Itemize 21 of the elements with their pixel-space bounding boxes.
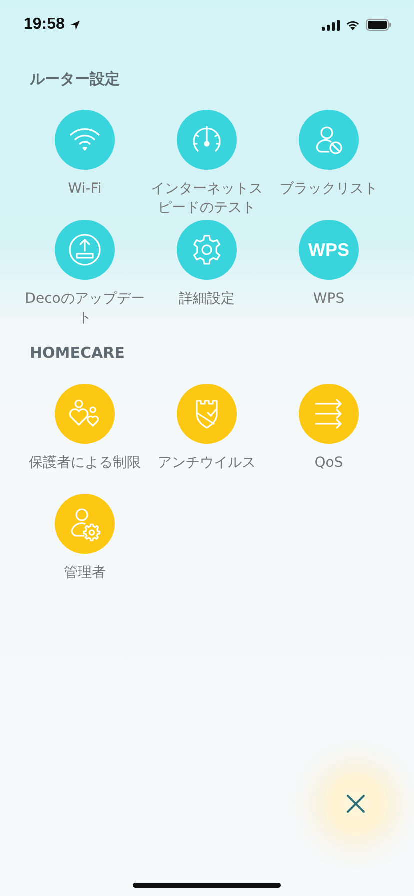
battery-icon: [366, 19, 392, 31]
menu-item-label: Decoのアップデート: [25, 290, 145, 328]
menu-item-label: アンチウイルス: [157, 454, 257, 473]
menu-item-label: WPS: [312, 290, 346, 309]
section-title: ルーター設定: [29, 70, 121, 90]
menu-item-label: Wi-Fi: [67, 180, 103, 199]
menu-item-label: 管理者: [63, 564, 107, 583]
menu-item-button[interactable]: WPS: [299, 220, 359, 280]
status-time: 19:58: [24, 16, 65, 34]
menu-item-label: インターネットスピードのテスト: [150, 180, 264, 218]
section-title: HOMECARE: [29, 344, 126, 364]
icon-text: WPS: [308, 240, 350, 260]
signal-icon: [322, 20, 340, 30]
close-icon: [346, 794, 366, 814]
upload-icon: [67, 232, 103, 268]
menu-item-label: 保護者による制限: [28, 454, 142, 473]
menu-item-label: 詳細設定: [178, 290, 236, 309]
wifi-signal-icon: [345, 20, 361, 30]
menu-item-label: ブラックリスト: [279, 180, 379, 199]
location-icon: [70, 20, 81, 30]
menu-item-label: QoS: [314, 454, 344, 473]
